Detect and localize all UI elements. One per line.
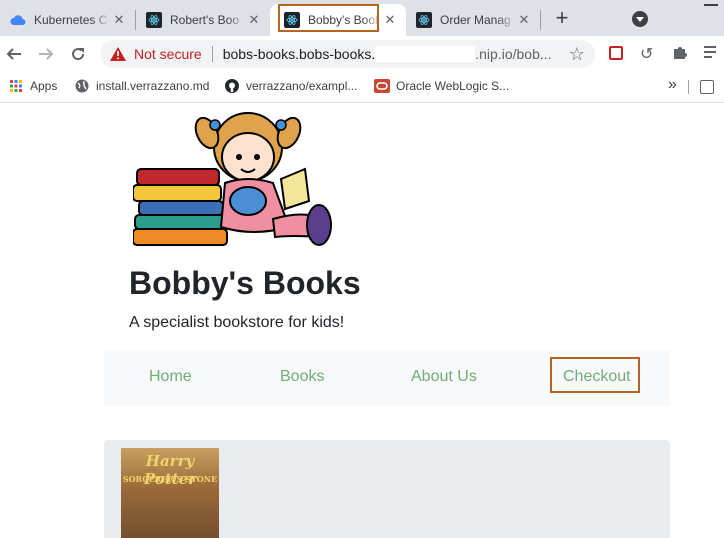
tab-close-icon[interactable]: ✕ xyxy=(246,12,262,28)
react-icon xyxy=(416,12,432,28)
tab-kubernetes[interactable]: Kubernetes C ✕ xyxy=(0,4,135,36)
reading-list-panel-icon[interactable] xyxy=(700,80,714,94)
oracle-icon xyxy=(374,78,390,94)
bookmark-apps[interactable]: Apps xyxy=(8,78,57,94)
page-content: Bobby's Books A specialist bookstore for… xyxy=(0,103,724,538)
url-redacted xyxy=(375,46,476,62)
tab-close-icon[interactable]: ✕ xyxy=(382,12,398,28)
cover-subtitle: SORCERER'S STONE xyxy=(122,474,218,484)
reload-button[interactable] xyxy=(66,42,90,66)
tab-roberts-books[interactable]: Robert's Boo ✕ xyxy=(136,4,270,36)
logo-illustration xyxy=(132,109,333,251)
tab-label: Kubernetes C xyxy=(34,13,108,27)
back-button[interactable] xyxy=(2,42,26,66)
more-bookmarks-button[interactable]: » xyxy=(668,76,677,94)
bookmark-oracle-weblogic[interactable]: Oracle WebLogic S... xyxy=(374,78,509,94)
tab-bobbys-books[interactable]: Bobby's Bool ✕ xyxy=(270,4,406,36)
tab-order-manager[interactable]: Order Manag ✕ xyxy=(406,4,540,36)
apps-grid-icon xyxy=(8,78,24,94)
checkout-highlight-box xyxy=(550,357,640,393)
github-icon xyxy=(224,78,240,94)
react-icon xyxy=(146,12,162,28)
bookmark-star-icon[interactable]: ☆ xyxy=(569,44,585,65)
nav-home[interactable]: Home xyxy=(149,368,192,386)
page-title: Bobby's Books xyxy=(129,265,361,301)
tab-label: Order Manag xyxy=(440,13,511,27)
tab-close-icon[interactable]: ✕ xyxy=(111,12,127,28)
reading-list-icon[interactable] xyxy=(704,44,724,62)
nav-books[interactable]: Books xyxy=(280,368,324,386)
book-cover-image[interactable]: Harry Potter SORCERER'S STONE xyxy=(121,448,219,538)
nav-about-us[interactable]: About Us xyxy=(411,368,477,386)
bookmark-label: install.verrazzano.md xyxy=(96,79,210,93)
bookmark-label: Apps xyxy=(30,79,58,93)
bookmark-install-verrazzano[interactable]: install.verrazzano.md xyxy=(74,78,209,94)
browser-toolbar: Not secure bobs-books.bobs-books. .nip.i… xyxy=(0,36,724,72)
tab-search-icon[interactable] xyxy=(632,11,648,27)
bookmark-label: Oracle WebLogic S... xyxy=(396,79,510,93)
bookmarks-bar: Apps install.verrazzano.md verrazzano/ex… xyxy=(0,72,724,103)
page-tagline: A specialist bookstore for kids! xyxy=(129,314,345,331)
not-secure-label[interactable]: Not secure xyxy=(134,46,202,62)
cloud-icon xyxy=(10,12,26,28)
url-host: bobs-books.bobs-books. xyxy=(222,46,376,62)
tab-strip: Kubernetes C ✕ Robert's Boo ✕ Bobby's Bo… xyxy=(0,0,724,36)
extensions-puzzle-icon[interactable] xyxy=(672,44,688,60)
history-icon[interactable]: ↺ xyxy=(640,44,653,64)
tab-label: Robert's Boo xyxy=(170,13,239,27)
tab-label: Bobby's Bool xyxy=(308,13,378,27)
minimize-icon[interactable] xyxy=(704,4,718,6)
extension-pocket-icon[interactable] xyxy=(609,46,623,60)
url-path: .nip.io/bob... xyxy=(475,46,552,62)
warning-icon xyxy=(110,46,126,62)
address-bar[interactable]: Not secure bobs-books.bobs-books. .nip.i… xyxy=(100,40,595,68)
globe-icon xyxy=(74,78,90,94)
new-tab-button[interactable]: + xyxy=(550,7,574,30)
bookmark-verrazzano-examples[interactable]: verrazzano/exampl... xyxy=(224,78,357,94)
bookmark-label: verrazzano/exampl... xyxy=(246,79,358,93)
forward-button[interactable] xyxy=(34,42,58,66)
tab-close-icon[interactable]: ✕ xyxy=(516,12,532,28)
